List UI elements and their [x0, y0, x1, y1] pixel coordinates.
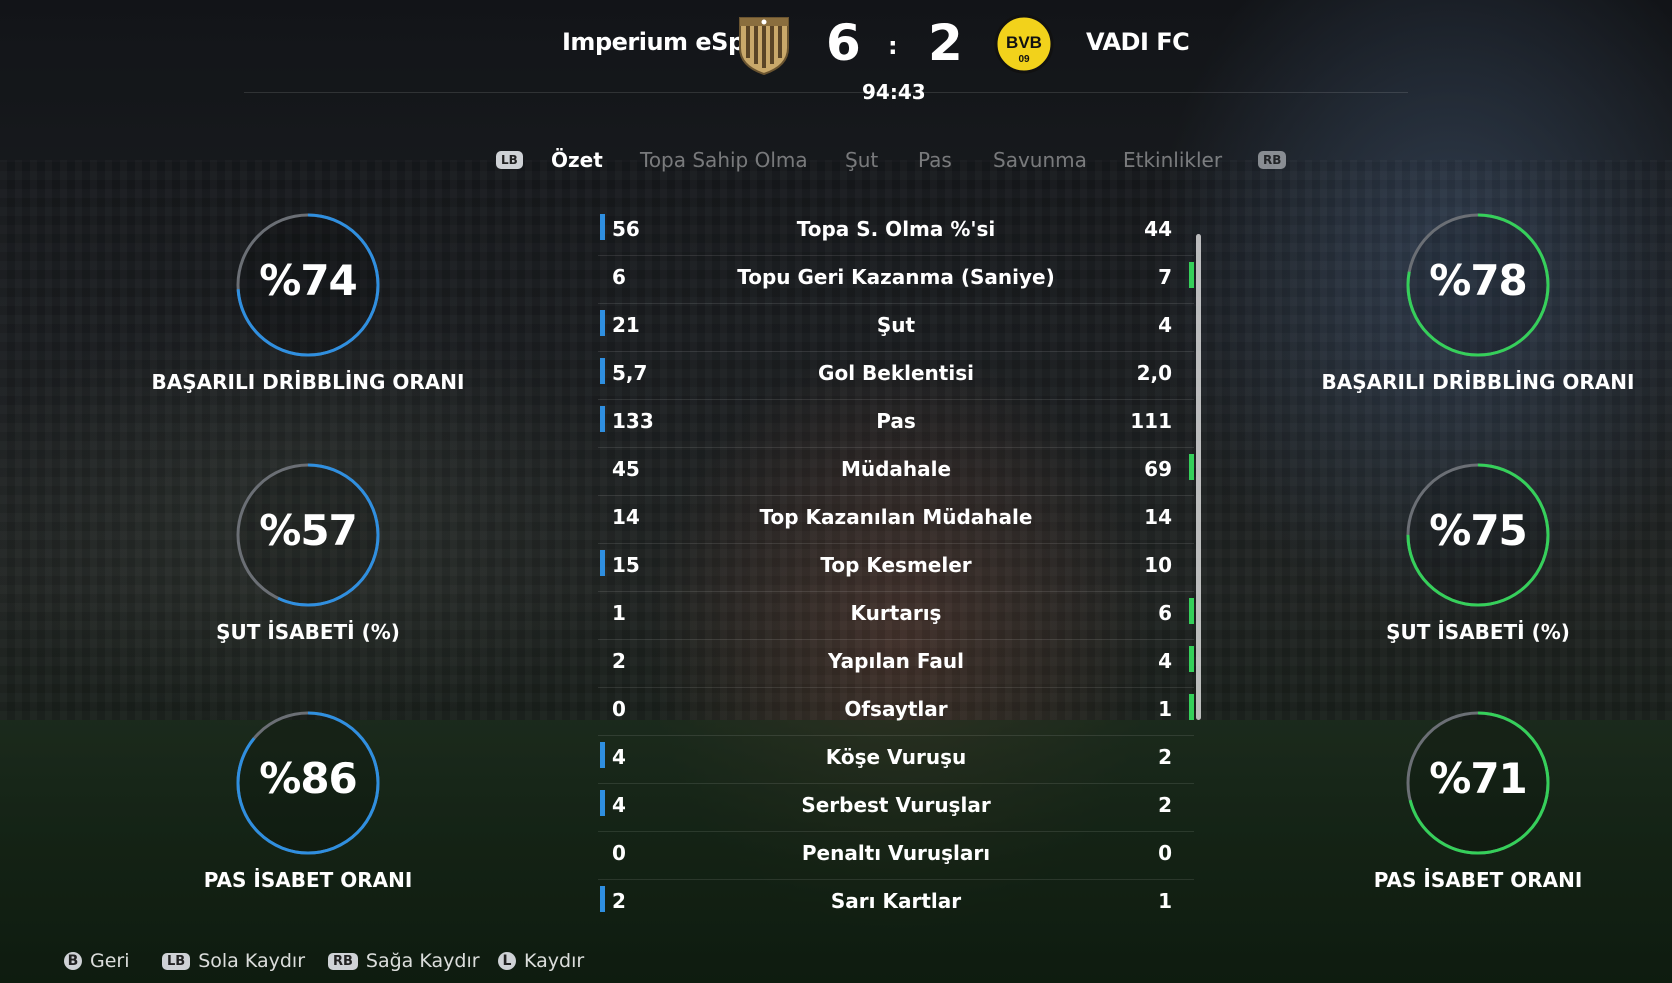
b-button-icon: B [64, 952, 82, 970]
gauge-value: %86 [259, 754, 358, 803]
stat-label: Şut [876, 313, 916, 337]
gauge-label: PAS İSABET ORANI [1373, 868, 1583, 892]
away-stat-value: 2,0 [1136, 361, 1172, 385]
stat-label: Müdahale [840, 457, 952, 481]
stat-label: Sarı Kartlar [830, 889, 962, 913]
away-stat-value: 6 [1158, 601, 1172, 625]
away-crest-subtext: 09 [1018, 54, 1030, 65]
stat-row: 2 Sarı Kartlar 1 [598, 880, 1194, 927]
stat-label: Pas [876, 409, 916, 433]
stats-table[interactable]: 56 Topa S. Olma %'si 44 6 Topu Geri Kazanma … [598, 208, 1194, 927]
gauge-value: %57 [259, 506, 358, 555]
rb-button-icon: RB [328, 953, 358, 970]
stat-row: 56 Topa S. Olma %'si 44 [598, 208, 1194, 256]
header-divider [244, 92, 1408, 93]
away-stat-value: 111 [1130, 409, 1172, 433]
stat-label: Top Kesmeler [820, 553, 972, 577]
gauge-label: ŞUT İSABETİ (%) [216, 620, 400, 644]
rb-button-icon[interactable]: RB [1258, 151, 1287, 169]
tab-topa-sahip-olma[interactable]: Topa Sahip Olma [640, 148, 808, 172]
tab-sut[interactable]: Şut [845, 148, 878, 172]
stat-row: 14 Top Kazanılan Müdahale 14 [598, 496, 1194, 544]
away-gauge: %78 [1403, 210, 1553, 360]
stat-row: 133 Pas 111 [598, 400, 1194, 448]
stat-row: 0 Penaltı Vuruşları 0 [598, 832, 1194, 880]
away-stat-value: 4 [1158, 649, 1172, 673]
stat-label: Topa S. Olma %'si [796, 217, 996, 241]
stat-row: 5,7 Gol Beklentisi 2,0 [598, 352, 1194, 400]
gauge-label: ŞUT İSABETİ (%) [1386, 620, 1570, 644]
stat-label: Topu Geri Kazanma (Saniye) [737, 265, 1055, 289]
footer-back-label: Geri [90, 950, 130, 972]
away-stat-value: 10 [1144, 553, 1172, 577]
gauge-label: BAŞARILI DRİBBLİNG ORANI [151, 370, 465, 394]
gauge-label: PAS İSABET ORANI [203, 868, 413, 892]
footer-back-button[interactable]: B Geri [64, 950, 130, 972]
footer-scroll-left-label: Sola Kaydır [198, 950, 306, 972]
tab-etkinlikler[interactable]: Etkinlikler [1123, 148, 1222, 172]
gauge-value: %74 [259, 256, 358, 305]
away-stat-value: 0 [1158, 841, 1172, 865]
stat-label: Yapılan Faul [828, 649, 964, 673]
footer-scroll-right-button[interactable]: RB Sağa Kaydır [328, 950, 480, 972]
away-stat-value: 7 [1158, 265, 1172, 289]
stat-row: 2 Yapılan Faul 4 [598, 640, 1194, 688]
away-team-name: VADI FC [1086, 28, 1190, 56]
footer-scroll-button[interactable]: L Kaydır [498, 950, 584, 972]
footer-scroll-label: Kaydır [524, 950, 585, 972]
away-stat-value: 14 [1144, 505, 1172, 529]
stat-label: Top Kazanılan Müdahale [759, 505, 1033, 529]
away-stat-value: 1 [1158, 697, 1172, 721]
away-team-crest: BVB 09 [994, 14, 1054, 74]
stat-label: Serbest Vuruşlar [801, 793, 991, 817]
stat-row: 4 Serbest Vuruşlar 2 [598, 784, 1194, 832]
gauge-value: %71 [1429, 754, 1528, 803]
stat-label: Köşe Vuruşu [825, 745, 967, 769]
stat-row: 0 Ofsaytlar 1 [598, 688, 1194, 736]
home-team-crest [736, 14, 792, 76]
stat-row: 6 Topu Geri Kazanma (Saniye) 7 [598, 256, 1194, 304]
tab-ozet[interactable]: Özet [551, 148, 603, 172]
stat-row: 4 Köşe Vuruşu 2 [598, 736, 1194, 784]
stats-scrollbar[interactable] [1196, 234, 1201, 720]
home-gauge: %74 [233, 210, 383, 360]
tab-pas[interactable]: Pas [918, 148, 952, 172]
away-score: 2 [928, 14, 963, 72]
lb-button-icon: LB [162, 953, 191, 970]
away-gauge: %71 [1403, 708, 1553, 858]
stat-row: 21 Şut 4 [598, 304, 1194, 352]
footer-scroll-right-label: Sağa Kaydır [365, 950, 480, 972]
tab-savunma[interactable]: Savunma [993, 148, 1087, 172]
left-stick-icon: L [498, 952, 516, 970]
away-stat-value: 2 [1158, 745, 1172, 769]
home-score: 6 [826, 14, 861, 72]
lb-button-icon[interactable]: LB [496, 151, 523, 169]
home-team-name: Imperium eSp [562, 28, 745, 56]
stat-row: 15 Top Kesmeler 10 [598, 544, 1194, 592]
stat-label: Ofsaytlar [844, 697, 948, 721]
stat-row: 1 Kurtarış 6 [598, 592, 1194, 640]
stat-label: Gol Beklentisi [818, 361, 974, 385]
footer-scroll-left-button[interactable]: LB Sola Kaydır [162, 950, 305, 972]
gauge-value: %75 [1429, 506, 1528, 555]
away-stat-value: 4 [1158, 313, 1172, 337]
gauge-value: %78 [1429, 256, 1528, 305]
stat-label: Kurtarış [850, 601, 942, 625]
away-stat-value: 1 [1158, 889, 1172, 913]
gauge-label: BAŞARILI DRİBBLİNG ORANI [1321, 370, 1635, 394]
away-stat-value: 2 [1158, 793, 1172, 817]
away-stat-value: 44 [1144, 217, 1172, 241]
home-gauge: %57 [233, 460, 383, 610]
home-gauge: %86 [233, 708, 383, 858]
stat-label: Penaltı Vuruşları [801, 841, 991, 865]
away-gauge: %75 [1403, 460, 1553, 610]
score-separator: : [888, 32, 898, 60]
away-stat-value: 69 [1144, 457, 1172, 481]
stat-row: 45 Müdahale 69 [598, 448, 1194, 496]
away-crest-text: BVB [1006, 33, 1042, 52]
